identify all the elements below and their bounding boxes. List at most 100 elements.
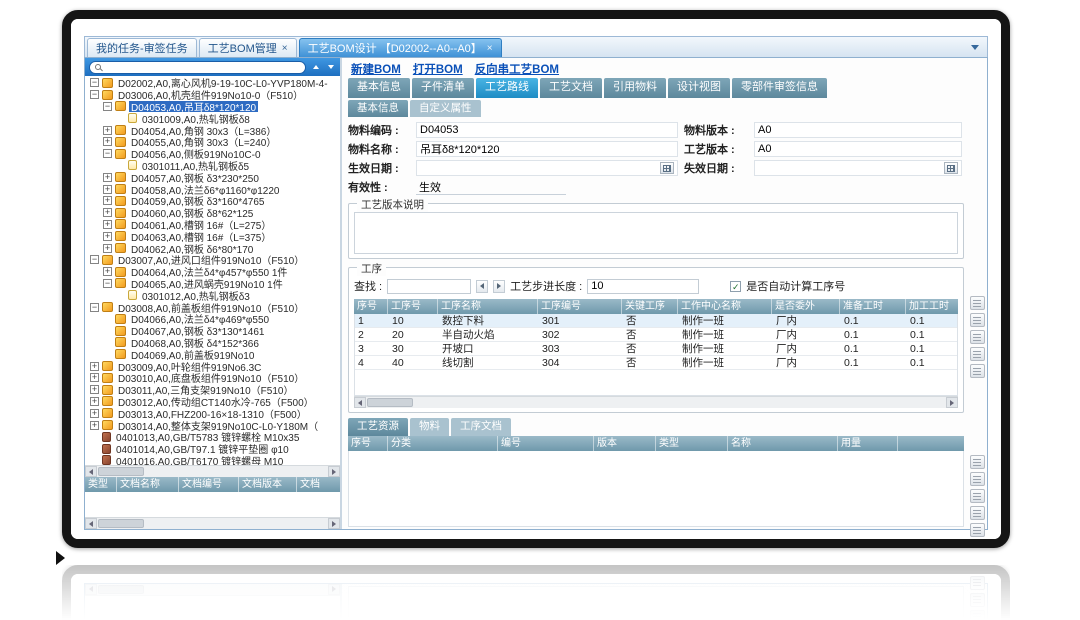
scroll-track[interactable] bbox=[97, 466, 328, 477]
tree-node-27[interactable]: +D03012,A0,传动组CT140水冷-765（F500） bbox=[87, 396, 340, 408]
tree-node-5[interactable]: +D04055,A0,角钢 30x3（L=240） bbox=[87, 136, 340, 148]
tree-node-14[interactable]: +D04062,A0,钢板 δ6*80*170 bbox=[87, 242, 340, 254]
process-row-2[interactable]: 330开坡口303否制作一班厂内0.10.1 bbox=[355, 342, 957, 356]
tree-node-8[interactable]: +D04057,A0,钢板 δ3*230*250 bbox=[87, 171, 340, 183]
close-icon[interactable]: × bbox=[282, 43, 288, 54]
expand-toggle-icon[interactable]: − bbox=[103, 279, 112, 288]
expand-toggle-icon[interactable]: + bbox=[90, 362, 99, 371]
new-bom-link[interactable]: 新建BOM bbox=[351, 61, 401, 77]
tree-node-9[interactable]: +D04058,A0,法兰δ6*φ1160*φ1220 bbox=[87, 183, 340, 195]
tree-node-25[interactable]: +D03010,A0,底盘板组件919No10（F510） bbox=[87, 372, 340, 384]
tree-node-16[interactable]: +D04064,A0,法兰δ4*φ457*φ550 1件 bbox=[87, 266, 340, 278]
version-note-textarea[interactable] bbox=[354, 212, 958, 254]
expand-toggle-icon[interactable]: + bbox=[90, 409, 99, 418]
main-tab-4[interactable]: 引用物料 bbox=[604, 78, 666, 98]
resource-tool-icon-3[interactable] bbox=[970, 506, 985, 520]
close-icon[interactable]: × bbox=[487, 43, 493, 54]
main-tab-3[interactable]: 工艺文档 bbox=[540, 78, 602, 98]
resource-tab-2[interactable]: 工序文档 bbox=[451, 418, 511, 436]
main-tab-1[interactable]: 子件清单 bbox=[412, 78, 474, 98]
auto-calc-checkbox[interactable]: ✓ bbox=[730, 281, 741, 292]
sub-tab-1[interactable]: 自定义属性 bbox=[410, 100, 481, 117]
scroll-right-icon[interactable] bbox=[328, 518, 340, 529]
search-next-icon[interactable] bbox=[325, 61, 336, 73]
process-tool-icon-4[interactable] bbox=[970, 364, 985, 378]
expire-date-field[interactable] bbox=[754, 160, 962, 176]
open-bom-link[interactable]: 打开BOM bbox=[413, 61, 463, 77]
scroll-left-icon[interactable] bbox=[354, 397, 366, 408]
document-grid-scrollbar[interactable] bbox=[85, 517, 340, 529]
expand-toggle-icon[interactable]: + bbox=[103, 137, 112, 146]
expand-toggle-icon[interactable]: − bbox=[90, 78, 99, 87]
expand-toggle-icon[interactable]: − bbox=[90, 303, 99, 312]
tree-node-24[interactable]: +D03009,A0,叶轮组件919No6.3C bbox=[87, 360, 340, 372]
process-row-0[interactable]: 110数控下料301否制作一班厂内0.10.1 bbox=[355, 314, 957, 328]
main-tab-5[interactable]: 设计视图 bbox=[668, 78, 730, 98]
expand-toggle-icon[interactable]: − bbox=[90, 255, 99, 264]
tree-node-0[interactable]: −D02002,A0,离心风机9-19-10C-L0-YVP180M-4- bbox=[87, 77, 340, 89]
scroll-left-icon[interactable] bbox=[85, 466, 97, 477]
main-tab-2[interactable]: 工艺路线 bbox=[476, 78, 538, 98]
expand-toggle-icon[interactable]: + bbox=[103, 220, 112, 229]
scroll-track[interactable] bbox=[366, 397, 946, 408]
calendar-icon[interactable] bbox=[660, 162, 674, 174]
material-version-field[interactable]: A0 bbox=[754, 122, 962, 138]
process-tool-icon-3[interactable] bbox=[970, 347, 985, 361]
tree-node-21[interactable]: D04067,A0,钢板 δ3*130*1461 bbox=[87, 325, 340, 337]
expand-toggle-icon[interactable]: + bbox=[103, 208, 112, 217]
window-tab-0[interactable]: 我的任务-审签任务 bbox=[87, 38, 197, 57]
main-tab-0[interactable]: 基本信息 bbox=[348, 78, 410, 98]
scroll-thumb[interactable] bbox=[367, 398, 413, 407]
expand-toggle-icon[interactable]: − bbox=[90, 90, 99, 99]
search-input[interactable] bbox=[89, 61, 306, 74]
find-input[interactable] bbox=[387, 279, 471, 294]
expand-toggle-icon[interactable]: − bbox=[103, 102, 112, 111]
tree-node-12[interactable]: +D04061,A0,槽钢 16#（L=275） bbox=[87, 219, 340, 231]
resource-tab-1[interactable]: 物料 bbox=[410, 418, 449, 436]
expand-toggle-icon[interactable]: + bbox=[90, 421, 99, 430]
tree-node-28[interactable]: +D03013,A0,FHZ200-16×18-1310（F500） bbox=[87, 407, 340, 419]
scroll-right-icon[interactable] bbox=[328, 466, 340, 477]
scroll-right-icon[interactable] bbox=[328, 584, 340, 595]
tree-node-30[interactable]: 0401013,A0,GB/T5783 镀锌螺栓 M10x35 bbox=[87, 431, 340, 443]
expand-toggle-icon[interactable]: + bbox=[90, 373, 99, 382]
scroll-thumb[interactable] bbox=[98, 467, 144, 476]
scroll-track[interactable] bbox=[97, 518, 328, 529]
resource-tab-0[interactable]: 工艺资源 bbox=[348, 418, 408, 436]
tree-node-4[interactable]: +D04054,A0,角钢 30x3（L=386） bbox=[87, 124, 340, 136]
tree-node-22[interactable]: D04068,A0,钢板 δ4*152*366 bbox=[87, 337, 340, 349]
resource-tool-icon-3[interactable] bbox=[970, 593, 985, 607]
tree-node-7[interactable]: 0301011,A0,热轧钢板δ5 bbox=[87, 160, 340, 172]
resource-tool-icon-1[interactable] bbox=[970, 472, 985, 486]
scroll-right-icon[interactable] bbox=[946, 397, 958, 408]
expand-toggle-icon[interactable]: + bbox=[103, 126, 112, 135]
resource-tool-icon-4[interactable] bbox=[970, 523, 985, 537]
document-grid-scrollbar[interactable] bbox=[85, 584, 340, 596]
step-length-input[interactable]: 10 bbox=[587, 279, 699, 294]
scroll-left-icon[interactable] bbox=[85, 518, 97, 529]
expand-toggle-icon[interactable]: + bbox=[103, 196, 112, 205]
expand-toggle-icon[interactable]: + bbox=[103, 185, 112, 194]
tree-node-6[interactable]: −D04056,A0,侧板919No10C-0 bbox=[87, 148, 340, 160]
tree-node-10[interactable]: +D04059,A0,钢板 δ3*160*4765 bbox=[87, 195, 340, 207]
expand-toggle-icon[interactable]: + bbox=[103, 173, 112, 182]
scroll-left-icon[interactable] bbox=[85, 584, 97, 595]
sub-tab-0[interactable]: 基本信息 bbox=[348, 100, 408, 117]
tree-node-18[interactable]: 0301012,A0,热轧钢板δ3 bbox=[87, 289, 340, 301]
tree-node-31[interactable]: 0401014,A0,GB/T97.1 镀锌平垫圈 φ10 bbox=[87, 443, 340, 455]
resource-tool-icon-0[interactable] bbox=[970, 455, 985, 469]
scroll-thumb[interactable] bbox=[98, 519, 144, 528]
expand-toggle-icon[interactable]: + bbox=[90, 385, 99, 394]
expand-toggle-icon[interactable]: + bbox=[103, 232, 112, 241]
expand-toggle-icon[interactable]: − bbox=[103, 149, 112, 158]
tree-node-29[interactable]: +D03014,A0,整体支架919No10C-L0-Y180M（ bbox=[87, 419, 340, 431]
tree-node-15[interactable]: −D03007,A0,进风口组件919No10（F510） bbox=[87, 254, 340, 266]
scroll-track[interactable] bbox=[97, 584, 328, 595]
tree-node-11[interactable]: +D04060,A0,钢板 δ8*62*125 bbox=[87, 207, 340, 219]
calendar-icon[interactable] bbox=[944, 162, 958, 174]
resource-tool-icon-4[interactable] bbox=[970, 576, 985, 590]
tree-node-17[interactable]: −D04065,A0,进风蜗壳919No10 1件 bbox=[87, 278, 340, 290]
find-next-icon[interactable] bbox=[493, 280, 505, 293]
window-tab-2[interactable]: 工艺BOM设计 【D02002--A0--A0】× bbox=[299, 38, 502, 57]
tree-node-26[interactable]: +D03011,A0,三角支架919No10（F510） bbox=[87, 384, 340, 396]
